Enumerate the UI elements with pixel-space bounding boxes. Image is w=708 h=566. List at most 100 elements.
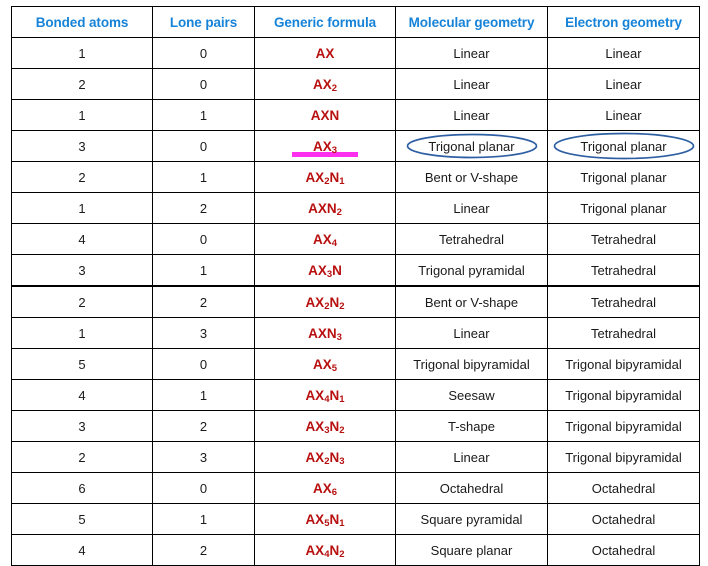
formula-text: AX6 (312, 480, 338, 498)
molecular-geometry-text: Octahedral (439, 480, 504, 496)
formula-subscript: 2 (324, 300, 330, 312)
table-row: 1 2 AXN2 Linear Trigonal planar (11, 192, 700, 224)
molecular-geometry-text: Square pyramidal (420, 511, 523, 527)
formula-text: AX3N (308, 262, 342, 280)
table-row: 2 0 AX2 Linear Linear (11, 68, 700, 100)
cell-molecular-geometry: Trigonal bipyramidal (395, 348, 548, 380)
vsepr-geometry-table: Bonded atoms Lone pairs Generic formula … (11, 6, 700, 566)
molecular-geometry-text: Linear (453, 107, 490, 123)
cell-generic-formula: AX4N2 (254, 534, 396, 566)
molecular-geometry-text: Square planar (430, 542, 513, 558)
cell-electron-geometry: Trigonal bipyramidal (547, 348, 700, 380)
cell-electron-geometry: Octahedral (547, 534, 700, 566)
table-header-row: Bonded atoms Lone pairs Generic formula … (11, 6, 700, 38)
column-header-generic-formula: Generic formula (254, 6, 396, 38)
cell-electron-geometry: Tetrahedral (547, 285, 700, 318)
formula-subscript: 2 (324, 455, 330, 467)
cell-lone-pairs: 1 (152, 99, 255, 131)
electron-geometry-text: Octahedral (591, 480, 656, 496)
cell-bonded-atoms: 3 (11, 410, 153, 442)
formula-subscript: 3 (331, 144, 338, 156)
cell-generic-formula: AX (254, 37, 396, 69)
table-row: 4 0 AX4 Tetrahedral Tetrahedral (11, 223, 700, 255)
electron-geometry-text: Linear (605, 107, 642, 123)
cell-bonded-atoms: 2 (11, 441, 153, 473)
cell-generic-formula: AX3N2 (254, 410, 396, 442)
formula-subscript: 3 (339, 455, 345, 467)
formula-text: AX4N1 (305, 387, 345, 405)
cell-lone-pairs: 1 (152, 254, 255, 287)
cell-molecular-geometry: Tetrahedral (395, 223, 548, 255)
cell-lone-pairs: 2 (152, 410, 255, 442)
cell-bonded-atoms: 1 (11, 317, 153, 349)
electron-geometry-text: Tetrahedral (590, 325, 657, 341)
formula-text: AXN (310, 107, 340, 123)
cell-generic-formula: AX5N1 (254, 503, 396, 535)
cell-molecular-geometry: Linear (395, 37, 548, 69)
molecular-geometry-text: T-shape (448, 418, 495, 434)
cell-molecular-geometry: Linear (395, 192, 548, 224)
cell-bonded-atoms: 2 (11, 285, 153, 318)
cell-generic-formula: AXN2 (254, 192, 396, 224)
formula-text: AX5 (312, 356, 338, 374)
cell-lone-pairs: 0 (152, 472, 255, 504)
cell-generic-formula: AX6 (254, 472, 396, 504)
formula-subscript: 2 (336, 206, 342, 218)
cell-lone-pairs: 0 (152, 130, 255, 162)
cell-lone-pairs: 2 (152, 192, 255, 224)
cell-electron-geometry: Trigonal planar (547, 130, 700, 162)
electron-geometry-text: Trigonal bipyramidal (565, 387, 682, 403)
formula-subscript: 2 (324, 175, 330, 187)
cell-generic-formula: AX4 (254, 223, 396, 255)
cell-generic-formula: AX2N1 (254, 161, 396, 193)
electron-geometry-text: Octahedral (591, 511, 656, 527)
cell-bonded-atoms: 6 (11, 472, 153, 504)
formula-text: AX3 (312, 138, 338, 156)
table-row: 2 1 AX2N1 Bent or V-shape Trigonal planar (11, 161, 700, 193)
cell-molecular-geometry: Square pyramidal (395, 503, 548, 535)
formula-subscript: 4 (324, 393, 330, 405)
vsepr-table-container: Bonded atoms Lone pairs Generic formula … (11, 6, 700, 566)
table-row: 6 0 AX6 Octahedral Octahedral (11, 472, 700, 504)
formula-subscript: 3 (336, 331, 342, 343)
formula-subscript: 3 (324, 424, 330, 436)
cell-generic-formula: AX3 (254, 130, 396, 162)
molecular-geometry-text: Seesaw (448, 387, 495, 403)
cell-electron-geometry: Trigonal planar (547, 161, 700, 193)
column-header-bonded-atoms: Bonded atoms (11, 6, 153, 38)
formula-text: AX5N1 (305, 511, 345, 529)
cell-molecular-geometry: Seesaw (395, 379, 548, 411)
cell-lone-pairs: 0 (152, 348, 255, 380)
cell-lone-pairs: 2 (152, 285, 255, 318)
cell-bonded-atoms: 4 (11, 379, 153, 411)
formula-subscript: 1 (339, 517, 345, 529)
cell-electron-geometry: Linear (547, 37, 700, 69)
formula-subscript: 2 (339, 424, 345, 436)
table-header: Bonded atoms Lone pairs Generic formula … (11, 6, 700, 38)
cell-lone-pairs: 1 (152, 161, 255, 193)
cell-lone-pairs: 3 (152, 317, 255, 349)
table-row: 2 2 AX2N2 Bent or V-shape Tetrahedral (11, 285, 700, 318)
formula-subscript: 6 (331, 486, 338, 498)
cell-molecular-geometry: Trigonal planar (395, 130, 548, 162)
cell-electron-geometry: Tetrahedral (547, 223, 700, 255)
cell-electron-geometry: Tetrahedral (547, 317, 700, 349)
electron-geometry-text: Tetrahedral (590, 294, 657, 310)
cell-generic-formula: AX2N2 (254, 285, 396, 318)
formula-text: AX2N1 (305, 169, 345, 187)
table-row: 5 0 AX5 Trigonal bipyramidal Trigonal bipyra… (11, 348, 700, 380)
formula-text: AX2N2 (305, 294, 345, 312)
cell-lone-pairs: 0 (152, 223, 255, 255)
table-body: 1 0 AX Linear Linear 2 0 AX2 Linear Linear 1 1 AXN Li… (11, 37, 700, 566)
cell-electron-geometry: Linear (547, 68, 700, 100)
electron-geometry-text: Trigonal bipyramidal (565, 418, 682, 434)
cell-electron-geometry: Trigonal bipyramidal (547, 379, 700, 411)
cell-generic-formula: AX2 (254, 68, 396, 100)
electron-geometry-text: Linear (605, 76, 642, 92)
formula-text: AX4N2 (305, 542, 345, 560)
cell-molecular-geometry: Trigonal pyramidal (395, 254, 548, 287)
table-row: 1 1 AXN Linear Linear (11, 99, 700, 131)
cell-lone-pairs: 1 (152, 379, 255, 411)
cell-bonded-atoms: 4 (11, 223, 153, 255)
cell-molecular-geometry: Linear (395, 99, 548, 131)
